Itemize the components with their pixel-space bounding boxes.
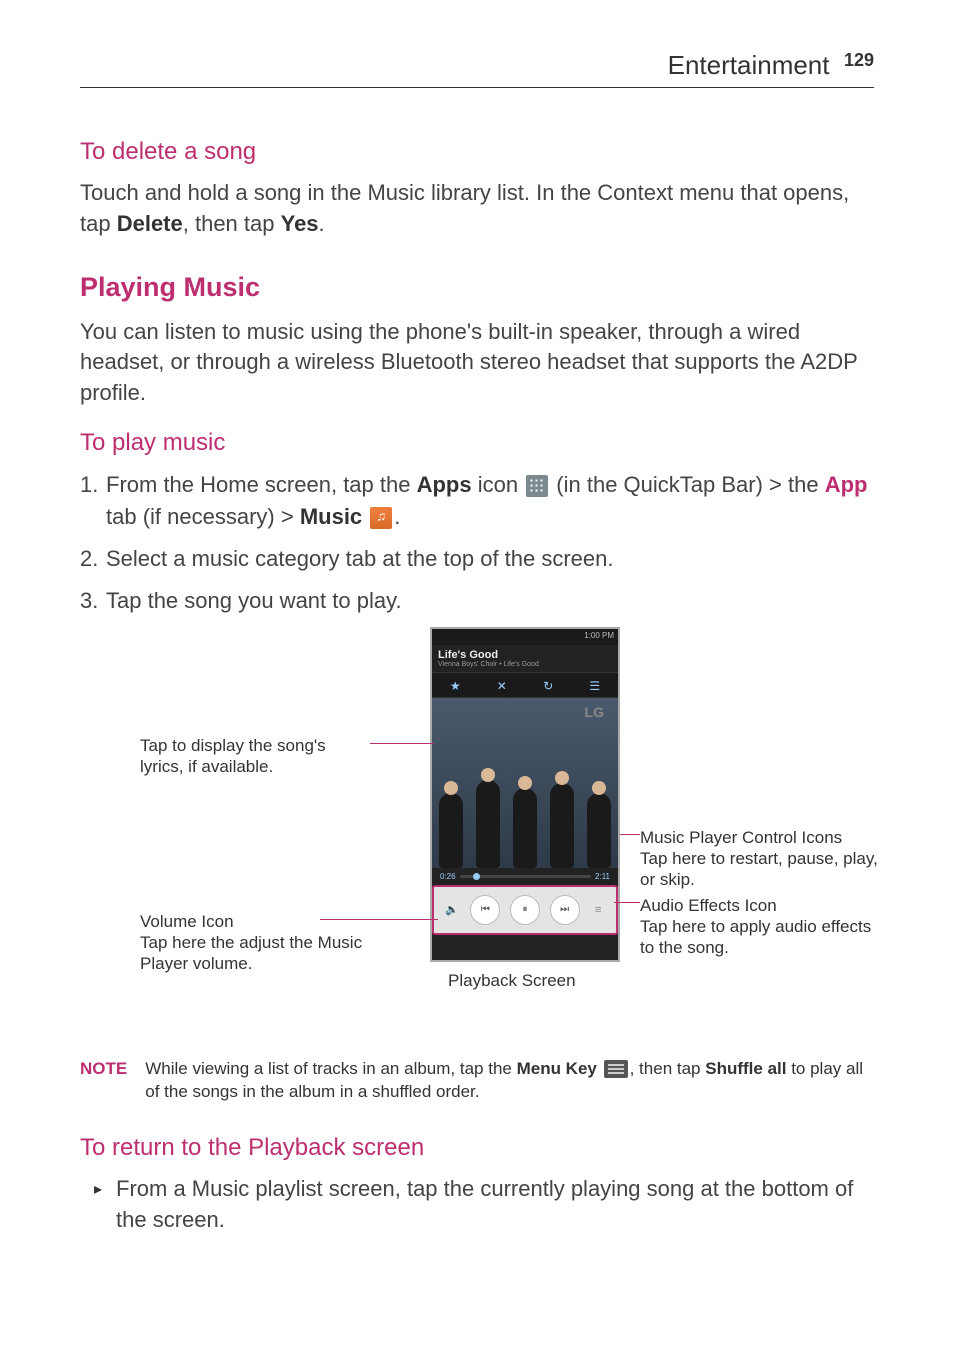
callout-line	[370, 743, 434, 744]
player-controls: 🔈 ⏮ ⏸ ⏭ ≡	[432, 885, 618, 935]
tab-shuffle[interactable]: ✕	[479, 673, 526, 697]
note-label: NOTE	[80, 1057, 127, 1105]
apps-icon	[526, 475, 548, 497]
effects-button[interactable]: ≡	[589, 901, 607, 919]
steps-list: From the Home screen, tap the Apps icon …	[80, 469, 874, 617]
phone-header: Life's Good Vienna Boys' Choir • Life's …	[432, 645, 618, 672]
playback-diagram: 1:00 PM Life's Good Vienna Boys' Choir •…	[80, 627, 874, 1027]
phone-screenshot: 1:00 PM Life's Good Vienna Boys' Choir •…	[430, 627, 620, 962]
text: , then tap	[183, 211, 281, 236]
note-block: NOTE While viewing a list of tracks in a…	[80, 1057, 874, 1105]
tab-favorite[interactable]: ★	[432, 673, 479, 697]
tab-queue[interactable]: ☰	[572, 673, 619, 697]
text: .	[394, 504, 400, 529]
note-text: While viewing a list of tracks in an alb…	[145, 1057, 874, 1105]
text: (in the QuickTap Bar) > the	[550, 472, 825, 497]
callout-lyrics: Tap to display the song's lyrics, if ava…	[140, 735, 370, 778]
album-art[interactable]: LG	[432, 698, 618, 868]
callout-line	[320, 919, 438, 920]
section-title: Entertainment	[668, 50, 830, 80]
status-time: 1:00 PM	[584, 631, 614, 640]
prev-button[interactable]: ⏮	[470, 895, 500, 925]
callout-line	[614, 902, 640, 903]
song-title: Life's Good	[438, 649, 612, 661]
yes-word: Yes	[281, 211, 319, 236]
shuffle-all-word: Shuffle all	[705, 1059, 786, 1078]
figure	[513, 788, 537, 868]
page-header: Entertainment 129	[80, 50, 874, 88]
return-bullet: From a Music playlist screen, tap the cu…	[80, 1174, 874, 1236]
app-tab-word: App	[825, 472, 868, 497]
figure	[550, 783, 574, 868]
text: From the Home screen, tap the	[106, 472, 417, 497]
menu-key-icon	[604, 1060, 628, 1078]
callout-controls: Music Player Control Icons Tap here to r…	[640, 827, 890, 891]
progress-track[interactable]	[460, 875, 591, 878]
delete-word: Delete	[117, 211, 183, 236]
text: icon	[472, 472, 525, 497]
heading-to-play: To play music	[80, 429, 874, 457]
lg-logo: LG	[585, 704, 604, 720]
step-2: Select a music category tab at the top o…	[80, 543, 874, 575]
step-1: From the Home screen, tap the Apps icon …	[80, 469, 874, 533]
callout-volume: Volume Icon Tap here the adjust the Musi…	[140, 911, 380, 975]
delete-song-text: Touch and hold a song in the Music libra…	[80, 178, 874, 240]
text: .	[319, 211, 325, 236]
figure	[476, 780, 500, 868]
callout-body: Tap here to apply audio effects to the s…	[640, 916, 890, 959]
return-bullet-list: From a Music playlist screen, tap the cu…	[80, 1174, 874, 1236]
playback-screen-label: Playback Screen	[448, 971, 576, 991]
callout-title: Audio Effects Icon	[640, 895, 890, 916]
callout-body: Tap here the adjust the Music Player vol…	[140, 932, 380, 975]
volume-button[interactable]: 🔈	[443, 901, 461, 919]
tab-repeat[interactable]: ↻	[525, 673, 572, 697]
step-3: Tap the song you want to play.	[80, 585, 874, 617]
callout-title: Music Player Control Icons	[640, 827, 890, 848]
next-button[interactable]: ⏭	[550, 895, 580, 925]
text: tab (if necessary) >	[106, 504, 300, 529]
playing-music-text: You can listen to music using the phone'…	[80, 317, 874, 409]
time-total: 2:11	[595, 872, 610, 881]
play-pause-button[interactable]: ⏸	[510, 895, 540, 925]
menu-key-word: Menu Key	[517, 1059, 597, 1078]
callout-title: Volume Icon	[140, 911, 380, 932]
heading-delete-song: To delete a song	[80, 138, 874, 166]
heading-return-playback: To return to the Playback screen	[80, 1134, 874, 1162]
phone-tabs: ★ ✕ ↻ ☰	[432, 672, 618, 698]
callout-effects: Audio Effects Icon Tap here to apply aud…	[640, 895, 890, 959]
music-word: Music	[300, 504, 362, 529]
figure	[439, 793, 463, 868]
page-number: 129	[844, 50, 874, 70]
status-bar: 1:00 PM	[432, 629, 618, 645]
callout-line	[620, 834, 640, 835]
figure	[587, 793, 611, 868]
time-current: 0:26	[440, 872, 456, 881]
callout-body: Tap here to restart, pause, play, or ski…	[640, 848, 890, 891]
album-figures	[432, 758, 618, 868]
music-icon	[370, 507, 392, 529]
callout-text: Tap to display the song's lyrics, if ava…	[140, 736, 326, 776]
apps-word: Apps	[417, 472, 472, 497]
heading-playing-music: Playing Music	[80, 272, 874, 303]
progress-bar[interactable]: 0:26 2:11	[432, 868, 618, 885]
song-artist: Vienna Boys' Choir • Life's Good	[438, 661, 612, 668]
text: , then tap	[630, 1059, 706, 1078]
text: While viewing a list of tracks in an alb…	[145, 1059, 516, 1078]
